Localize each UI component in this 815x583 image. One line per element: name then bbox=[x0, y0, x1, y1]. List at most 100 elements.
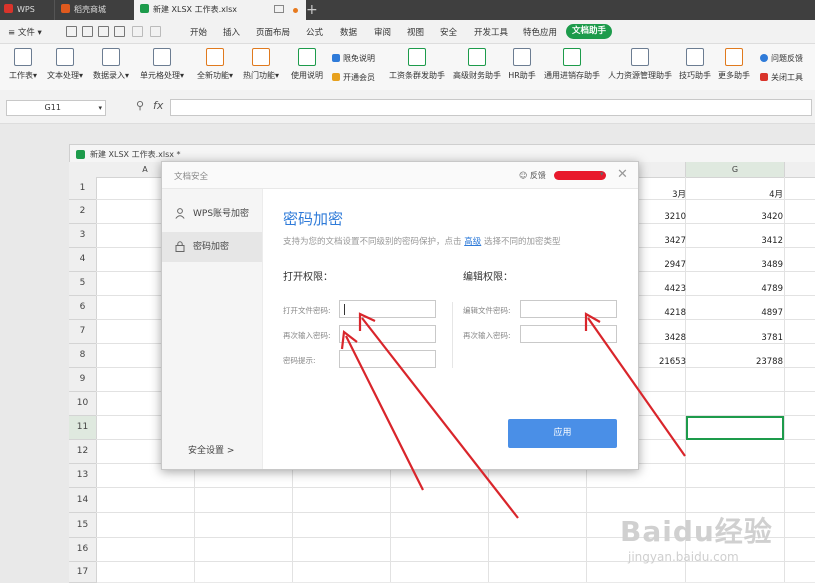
sidebar-item-wps-account-encryption[interactable]: WPS账号加密 bbox=[162, 199, 262, 229]
open-password-confirm-input[interactable] bbox=[339, 325, 436, 343]
select-all-corner[interactable] bbox=[69, 162, 97, 178]
menu-formulas[interactable]: 公式 bbox=[306, 26, 323, 38]
open-membership-link[interactable]: 开通会员 bbox=[332, 72, 375, 83]
redo-icon[interactable] bbox=[150, 26, 161, 37]
chevron-down-icon[interactable]: ▾ bbox=[600, 170, 604, 178]
row-header[interactable]: 14 bbox=[69, 488, 97, 513]
cell[interactable]: 3781 bbox=[733, 333, 783, 343]
more-assistants-button[interactable]: 更多助手 bbox=[716, 48, 752, 81]
row-header[interactable]: 2 bbox=[69, 200, 97, 224]
column-header[interactable] bbox=[785, 162, 815, 178]
row-header[interactable]: 12 bbox=[69, 440, 97, 464]
tab-wps[interactable]: WPS bbox=[4, 0, 52, 20]
row-header[interactable]: 13 bbox=[69, 464, 97, 488]
print-preview-icon[interactable] bbox=[82, 26, 93, 37]
menu-home[interactable]: 开始 bbox=[190, 26, 207, 38]
apply-button[interactable]: 应用 bbox=[508, 419, 617, 448]
worksheet-button[interactable]: 工作表▾ bbox=[6, 48, 40, 81]
undo-icon[interactable] bbox=[132, 26, 143, 37]
usage-guide-button[interactable]: 使用说明 bbox=[288, 48, 326, 81]
finance-assistant-button[interactable]: 高级财务助手 bbox=[451, 48, 503, 81]
sidebar-item-password-encryption[interactable]: 密码加密 bbox=[162, 232, 262, 262]
export-icon[interactable] bbox=[114, 26, 125, 37]
tips-assistant-button[interactable]: 技巧助手 bbox=[677, 48, 713, 81]
row-header[interactable]: 7 bbox=[69, 320, 97, 344]
tab-docer-store[interactable]: 稻壳商城 bbox=[54, 0, 133, 20]
cell[interactable]: 21653 bbox=[636, 357, 686, 367]
cell[interactable]: 4789 bbox=[733, 284, 783, 294]
new-tab-button[interactable]: + bbox=[306, 0, 318, 20]
close-icon[interactable]: ✕ bbox=[617, 167, 628, 182]
name-box[interactable]: G11 ▾ bbox=[6, 100, 106, 116]
print-icon[interactable] bbox=[98, 26, 109, 37]
cell[interactable]: 4218 bbox=[636, 308, 686, 318]
cell[interactable]: 3412 bbox=[733, 236, 783, 246]
menu-page-layout[interactable]: 页面布局 bbox=[256, 26, 290, 38]
data-entry-button[interactable]: 数据录入▾ bbox=[90, 48, 132, 81]
advanced-link[interactable]: 高级 bbox=[464, 237, 481, 247]
row-header[interactable]: 11 bbox=[69, 416, 97, 440]
cell[interactable]: 3428 bbox=[636, 333, 686, 343]
row-header[interactable]: 6 bbox=[69, 296, 97, 320]
row-header[interactable]: 16 bbox=[69, 538, 97, 562]
hr-management-assistant-button[interactable]: 人力资源管理助手 bbox=[606, 48, 674, 81]
cell-processing-button[interactable]: 单元格处理▾ bbox=[136, 48, 188, 81]
row-header[interactable]: 5 bbox=[69, 272, 97, 296]
new-features-button[interactable]: 全新功能▾ bbox=[194, 48, 236, 81]
menu-doc-assistant[interactable]: 文档助手 bbox=[566, 24, 612, 39]
cell[interactable]: 23788 bbox=[733, 357, 783, 367]
menu-developer[interactable]: 开发工具 bbox=[474, 26, 508, 38]
menu-security[interactable]: 安全 bbox=[440, 26, 457, 38]
usage-guide-icon bbox=[298, 48, 316, 66]
hot-features-button[interactable]: 热门功能▾ bbox=[240, 48, 282, 81]
save-icon[interactable] bbox=[66, 26, 77, 37]
inventory-assistant-button[interactable]: 通用进销存助手 bbox=[541, 48, 603, 81]
open-password-input[interactable] bbox=[339, 300, 436, 318]
text-processing-button[interactable]: 文本处理▾ bbox=[44, 48, 86, 81]
row-header[interactable]: 15 bbox=[69, 513, 97, 538]
cell[interactable]: 3210 bbox=[636, 212, 686, 222]
cell[interactable]: 3489 bbox=[733, 260, 783, 270]
edit-password-confirm-input[interactable] bbox=[520, 325, 617, 343]
column-header-g[interactable]: G bbox=[686, 162, 785, 178]
dialog-header: 文档安全 ☺ 反馈 ▾ ✕ bbox=[162, 162, 638, 189]
row-header[interactable]: 8 bbox=[69, 344, 97, 368]
password-hint-input[interactable] bbox=[339, 350, 436, 368]
selected-cell-g11[interactable] bbox=[686, 416, 784, 440]
worksheet-icon bbox=[14, 48, 32, 66]
cell[interactable]: 3420 bbox=[733, 212, 783, 222]
menu-review[interactable]: 审阅 bbox=[374, 26, 391, 38]
hr-assistant-button[interactable]: HR助手 bbox=[506, 48, 538, 81]
menu-special-apps[interactable]: 特色应用 bbox=[523, 26, 557, 38]
cell[interactable]: 2947 bbox=[636, 260, 686, 270]
field-label: 再次输入密码: bbox=[283, 331, 331, 340]
formula-input[interactable] bbox=[170, 99, 812, 116]
edit-password-input[interactable] bbox=[520, 300, 617, 318]
menu-data[interactable]: 数据 bbox=[340, 26, 357, 38]
row-header[interactable]: 1 bbox=[69, 177, 97, 200]
menu-view[interactable]: 视图 bbox=[407, 26, 424, 38]
payroll-assistant-button[interactable]: 工资条群发助手 bbox=[386, 48, 448, 81]
zoom-icon[interactable]: ⚲ bbox=[136, 99, 144, 112]
row-header[interactable]: 4 bbox=[69, 248, 97, 272]
tab-workbook[interactable]: 新建 XLSX 工作表.xlsx bbox=[134, 0, 306, 20]
edit-permission-title: 编辑权限： bbox=[463, 272, 513, 283]
row-header[interactable]: 10 bbox=[69, 392, 97, 416]
feedback-link[interactable]: 问题反馈 bbox=[760, 53, 803, 64]
cell[interactable]: 4月 bbox=[733, 188, 783, 200]
cell[interactable]: 3月 bbox=[636, 188, 686, 200]
close-tools-link[interactable]: 关闭工具 bbox=[760, 72, 803, 83]
monitor-icon[interactable] bbox=[274, 5, 284, 13]
fx-icon[interactable]: fx bbox=[153, 99, 163, 112]
file-menu[interactable]: ≡ 文件 ▾ bbox=[8, 26, 42, 38]
free-limit-link[interactable]: 限免说明 bbox=[332, 53, 375, 64]
row-header[interactable]: 3 bbox=[69, 224, 97, 248]
cell[interactable]: 4897 bbox=[733, 308, 783, 318]
row-header[interactable]: 17 bbox=[69, 562, 97, 583]
cell[interactable]: 3427 bbox=[636, 236, 686, 246]
menu-insert[interactable]: 插入 bbox=[223, 26, 240, 38]
feedback-button[interactable]: ☺ 反馈 bbox=[519, 170, 546, 181]
security-settings-link[interactable]: 安全设置 > bbox=[188, 443, 234, 456]
cell[interactable]: 4423 bbox=[636, 284, 686, 294]
row-header[interactable]: 9 bbox=[69, 368, 97, 392]
